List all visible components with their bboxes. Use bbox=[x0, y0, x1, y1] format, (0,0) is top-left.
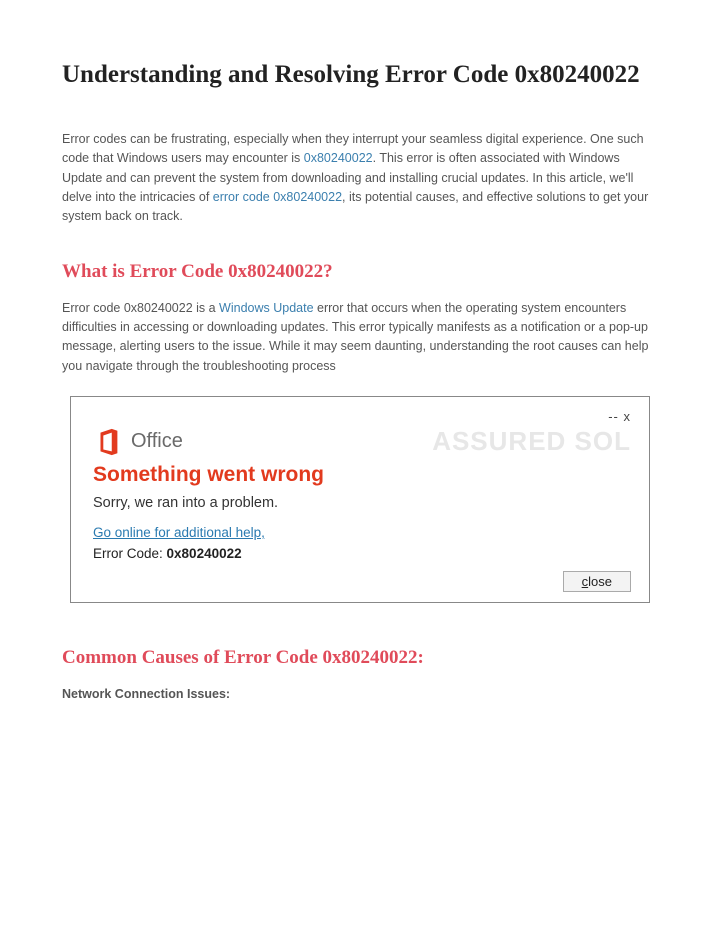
dialog-headline: Something went wrong bbox=[93, 463, 631, 487]
watermark-text: ASSURED SOL bbox=[432, 426, 631, 457]
close-button[interactable]: close bbox=[563, 571, 631, 592]
error-code-label: Error Code: bbox=[93, 546, 167, 561]
heading-common-causes: Common Causes of Error Code 0x80240022: bbox=[62, 647, 658, 669]
intro-paragraph: Error codes can be frustrating, especial… bbox=[62, 130, 658, 227]
link-errorcode-2[interactable]: error code 0x80240022 bbox=[213, 190, 342, 204]
error-code-value: 0x80240022 bbox=[167, 546, 242, 561]
error-dialog: -- x Office ASSURED SOL Something went w… bbox=[70, 396, 650, 603]
page-title: Understanding and Resolving Error Code 0… bbox=[62, 58, 658, 92]
link-windows-update[interactable]: Windows Update bbox=[219, 301, 314, 315]
link-errorcode-1[interactable]: 0x80240022 bbox=[304, 151, 373, 165]
dialog-error-code: Error Code: 0x80240022 bbox=[93, 546, 631, 561]
what-is-text-1: Error code 0x80240022 is a bbox=[62, 301, 219, 315]
dialog-window-controls[interactable]: -- x bbox=[93, 409, 631, 424]
subhead-network-issues: Network Connection Issues: bbox=[62, 687, 658, 701]
heading-what-is: What is Error Code 0x80240022? bbox=[62, 261, 658, 283]
what-is-paragraph: Error code 0x80240022 is a Windows Updat… bbox=[62, 299, 658, 377]
dialog-sorry-text: Sorry, we ran into a problem. bbox=[93, 495, 631, 511]
close-rest: lose bbox=[588, 574, 612, 589]
dialog-help-link[interactable]: Go online for additional help, bbox=[93, 525, 631, 540]
office-label: Office bbox=[131, 430, 183, 453]
office-icon bbox=[93, 427, 123, 457]
